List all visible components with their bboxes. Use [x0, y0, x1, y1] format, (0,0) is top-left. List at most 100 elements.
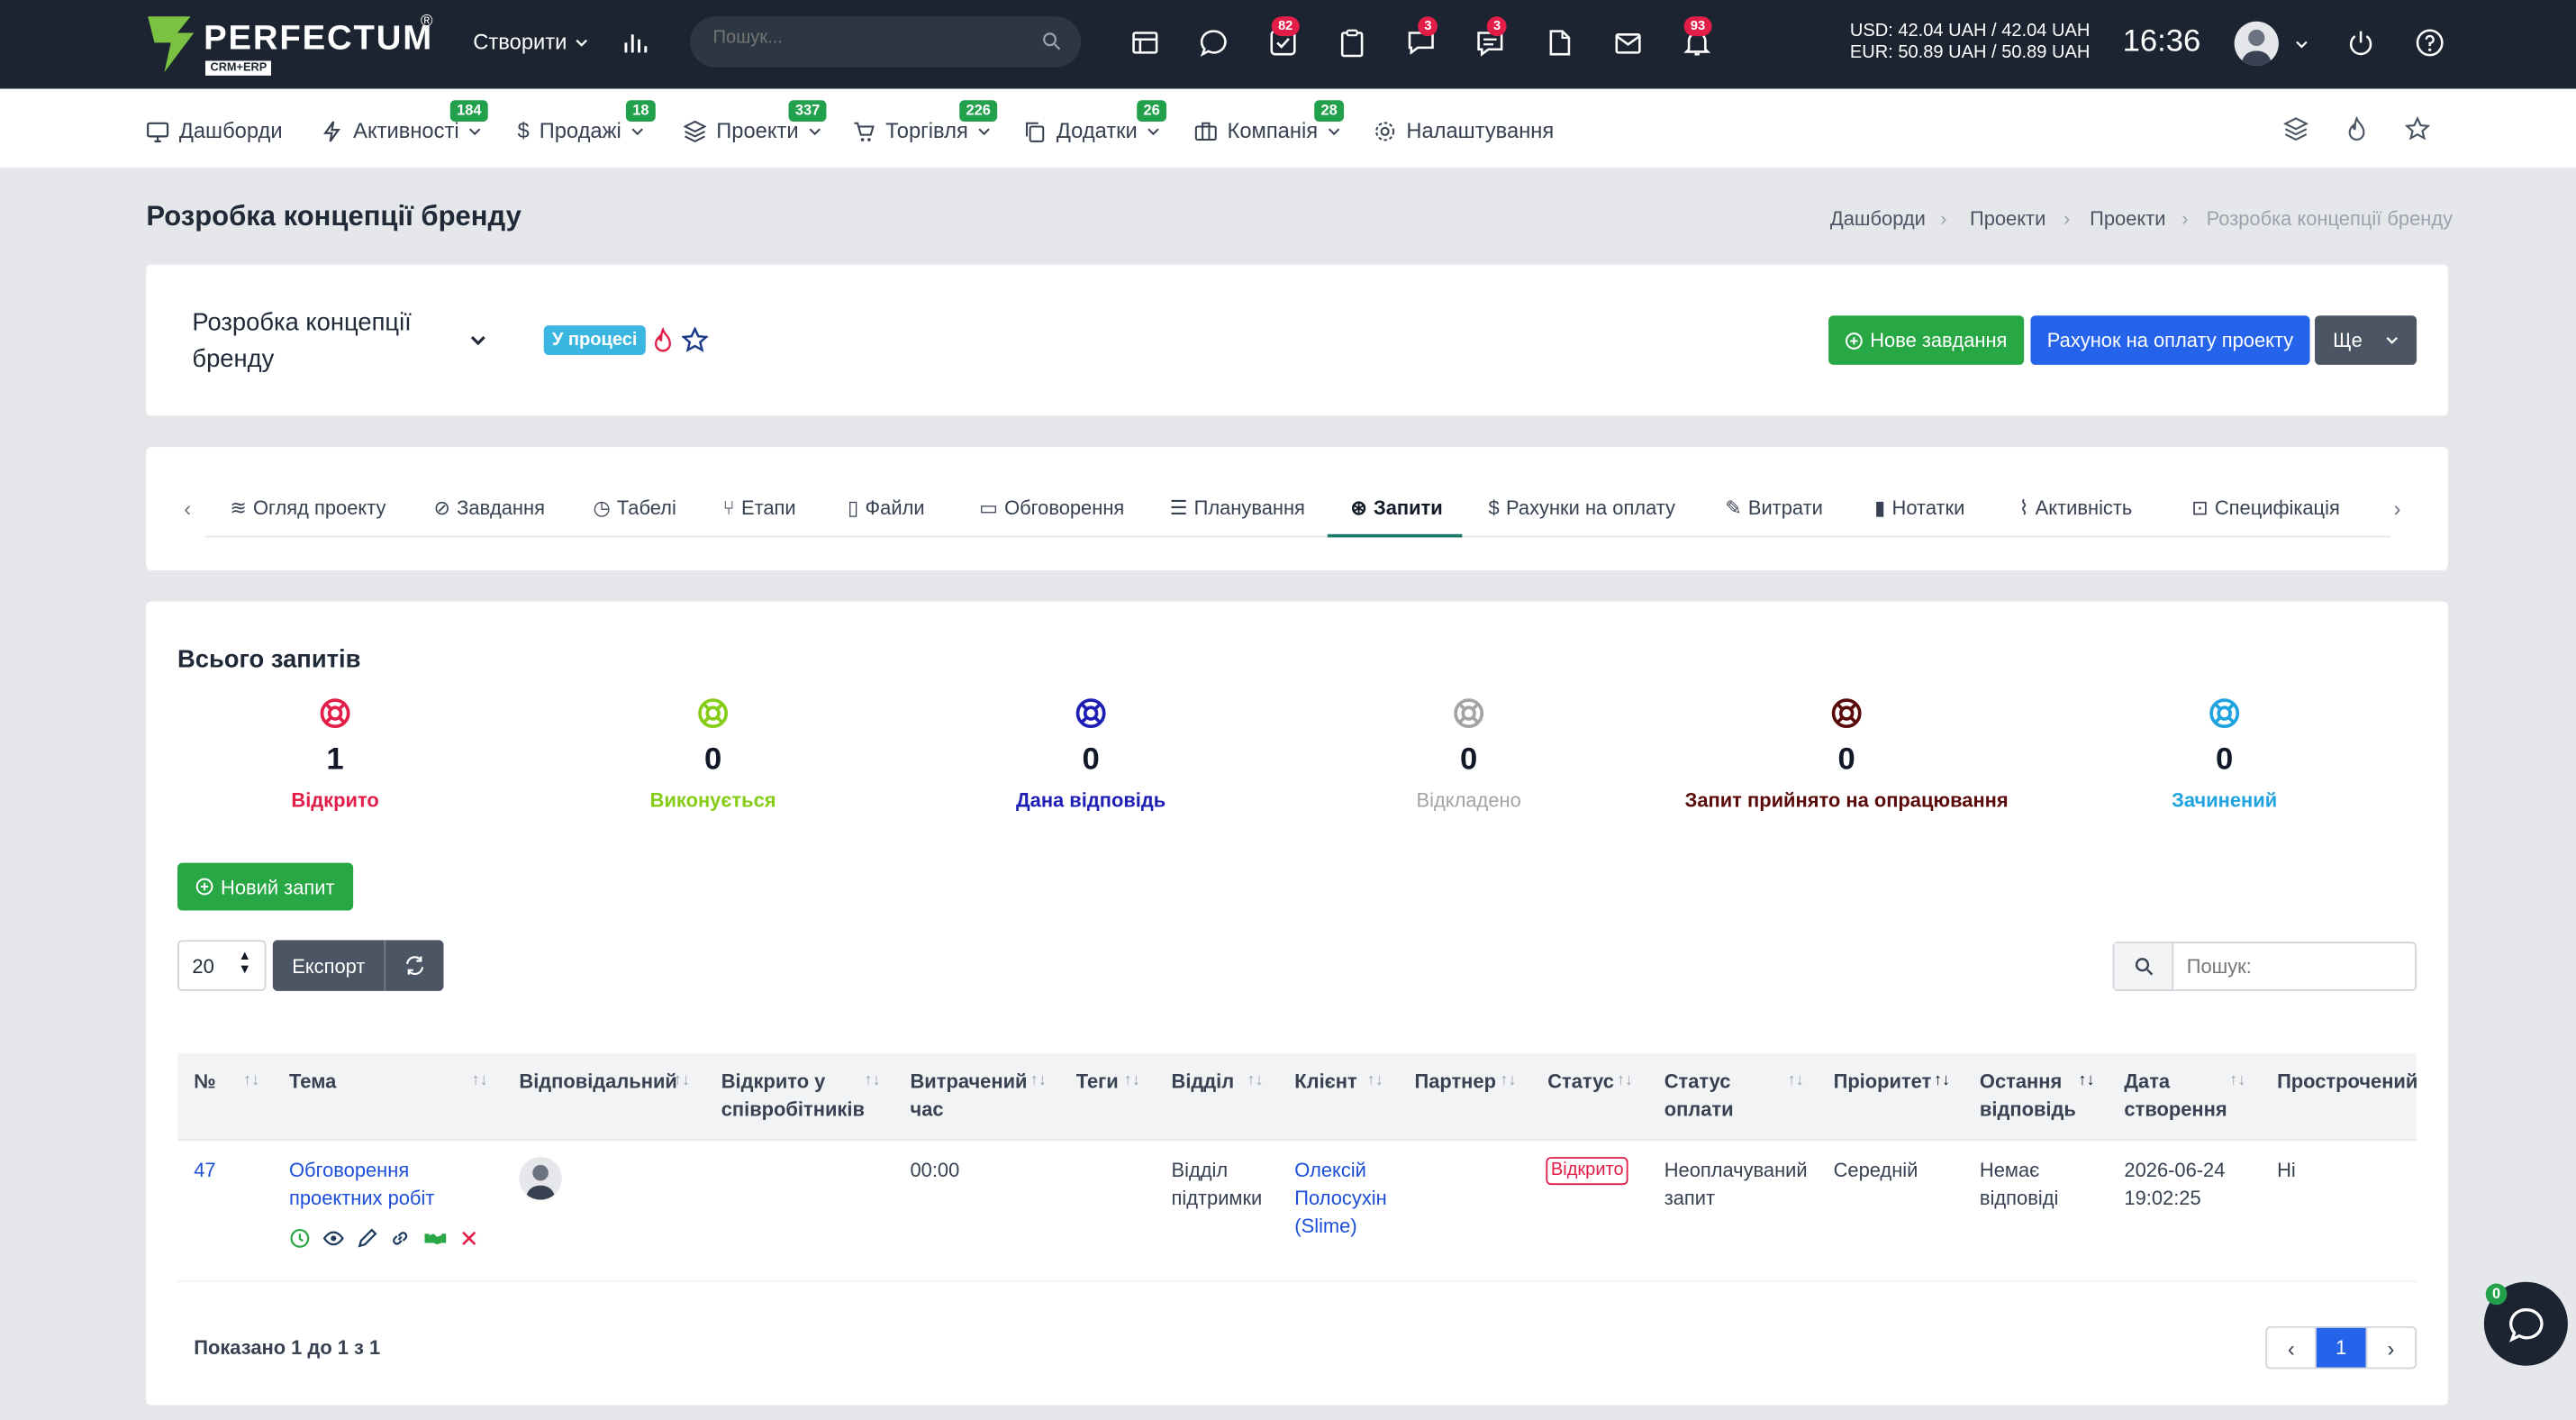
star-icon[interactable] — [2405, 116, 2430, 141]
handshake-icon[interactable] — [422, 1228, 449, 1250]
tab-activity[interactable]: ⌇ Активність — [2019, 496, 2133, 520]
col-priority[interactable]: Пріоритет — [1834, 1069, 1932, 1097]
col-department[interactable]: Відділ — [1172, 1069, 1235, 1097]
tab-tasks[interactable]: ⊘ Завдання — [434, 496, 545, 520]
sort-icon[interactable]: ↑↓ — [1030, 1071, 1047, 1089]
close-icon[interactable] — [460, 1229, 478, 1247]
nav-item-settings[interactable]: Налаштування — [1374, 118, 1554, 143]
prev-page-button[interactable]: ‹ — [2267, 1327, 2317, 1368]
col-tags[interactable]: Теги — [1076, 1069, 1119, 1097]
next-page-button[interactable]: › — [2364, 1327, 2415, 1368]
pencil-icon[interactable] — [357, 1228, 378, 1250]
user-menu-chevron-icon[interactable] — [2295, 38, 2308, 51]
tab-overview[interactable]: ≋ Огляд проекту — [230, 496, 385, 520]
stat-postponed[interactable]: 0 Відкладено — [1304, 696, 1633, 812]
client-link[interactable]: Олексій Полосухін (Slime) — [1294, 1157, 1386, 1241]
sort-icon[interactable]: ↑↓ — [2229, 1071, 2245, 1089]
create-menu[interactable]: Створити — [473, 30, 588, 54]
tab-expenses[interactable]: ✎ Витрати — [1725, 496, 1823, 520]
sort-icon[interactable]: ↑↓ — [1617, 1071, 1633, 1089]
page-1-button[interactable]: 1 — [2317, 1327, 2365, 1368]
tabs-scroll-left-icon[interactable]: ‹ — [184, 496, 191, 521]
breadcrumb-projects[interactable]: Проекти — [1970, 207, 2045, 231]
nav-item-activities[interactable]: Активності — [321, 118, 482, 143]
tab-specification[interactable]: ⊡ Специфікація — [2191, 496, 2340, 520]
col-payment-status[interactable]: Статус оплати — [1664, 1069, 1734, 1124]
sort-icon[interactable]: ↑↓ — [1934, 1071, 1950, 1089]
sort-icon[interactable]: ↑↓ — [864, 1071, 880, 1089]
responsible-avatar[interactable] — [519, 1157, 562, 1200]
help-icon[interactable] — [2415, 28, 2444, 58]
tab-milestones[interactable]: ⑂ Етапи — [723, 496, 796, 520]
col-last-reply[interactable]: Остання відповідь — [1980, 1069, 2076, 1124]
request-number-link[interactable]: 47 — [194, 1157, 215, 1185]
sort-icon[interactable]: ↑↓ — [471, 1071, 487, 1089]
stat-in-progress[interactable]: 0 Виконується — [549, 696, 877, 812]
sort-icon[interactable]: ↑↓ — [1247, 1071, 1263, 1089]
nav-item-projects[interactable]: Проекти — [683, 118, 821, 143]
export-button[interactable]: Експорт — [272, 940, 385, 991]
col-status[interactable]: Статус — [1547, 1069, 1614, 1097]
col-topic[interactable]: Тема — [289, 1069, 336, 1097]
breadcrumb-dashboards[interactable]: Дашборди — [1830, 207, 1926, 231]
user-avatar[interactable] — [2234, 21, 2279, 66]
project-invoice-button[interactable]: Рахунок на оплату проекту — [2030, 315, 2310, 365]
tab-notes[interactable]: ▮ Нотатки — [1874, 496, 1964, 520]
tab-timesheets[interactable]: ◷ Табелі — [593, 496, 676, 520]
col-time-spent[interactable]: Витрачений час — [910, 1069, 1027, 1124]
calendar-icon[interactable] — [1130, 28, 1160, 58]
nav-item-dashboards[interactable]: Дашборди — [146, 118, 283, 143]
col-client[interactable]: Клієнт — [1294, 1069, 1356, 1097]
fire-icon[interactable] — [2345, 116, 2369, 141]
page-size-select[interactable]: 20 ▲ ▼ — [177, 940, 267, 991]
tabs-scroll-right-icon[interactable]: › — [2394, 496, 2401, 521]
project-name[interactable]: Розробка концепції бренду — [192, 305, 411, 378]
tab-requests[interactable]: ⊛ Запити — [1350, 496, 1442, 520]
col-opened-by-staff[interactable]: Відкрито у співробітників — [721, 1069, 865, 1124]
layers-toggle-icon[interactable] — [2283, 117, 2308, 141]
stat-accepted[interactable]: 0 Запит прийнято на опрацювання — [1683, 696, 2011, 812]
clock-icon[interactable] — [289, 1228, 311, 1250]
tab-files[interactable]: ▯ Файли — [848, 496, 924, 520]
col-responsible[interactable]: Відповідальний — [519, 1069, 676, 1097]
request-topic-link[interactable]: Обговорення проектних робіт — [289, 1157, 434, 1213]
tab-planning[interactable]: ☰ Планування — [1170, 496, 1305, 520]
global-search-input[interactable] — [712, 28, 1026, 48]
chat-icon[interactable] — [1200, 28, 1229, 58]
mail-icon[interactable] — [1613, 28, 1643, 58]
sort-icon[interactable]: ↑↓ — [674, 1071, 690, 1089]
col-created[interactable]: Дата створення — [2124, 1069, 2227, 1124]
sort-icon[interactable]: ↑↓ — [1367, 1071, 1383, 1089]
col-num[interactable]: № — [194, 1069, 215, 1097]
tab-invoices[interactable]: $ Рахунки на оплату — [1489, 496, 1675, 520]
refresh-button[interactable] — [384, 940, 444, 991]
breadcrumb-projects-list[interactable]: Проекти — [2090, 207, 2165, 231]
clipboard-icon[interactable] — [1338, 28, 1367, 58]
fire-icon[interactable] — [650, 326, 675, 353]
stat-answered[interactable]: 0 Дана відповідь — [927, 696, 1256, 812]
project-switch-chevron-icon[interactable] — [470, 332, 486, 348]
document-icon[interactable] — [1545, 28, 1574, 58]
col-partner[interactable]: Партнер — [1414, 1069, 1495, 1097]
star-icon[interactable] — [681, 326, 709, 353]
tab-discussions[interactable]: ▭ Обговорення — [979, 496, 1124, 520]
sort-icon[interactable]: ↑↓ — [243, 1071, 259, 1089]
bar-chart-icon[interactable] — [621, 28, 650, 58]
stat-closed[interactable]: 0 Зачинений — [2060, 696, 2389, 812]
col-overdue[interactable]: Прострочений — [2277, 1069, 2417, 1097]
nav-item-company[interactable]: Компанія — [1194, 118, 1341, 143]
sort-icon[interactable]: ↑↓ — [2078, 1071, 2094, 1089]
nav-item-addons[interactable]: Додатки — [1023, 118, 1160, 143]
global-search[interactable] — [690, 16, 1082, 68]
sort-icon[interactable]: ↑↓ — [1788, 1071, 1804, 1089]
eye-icon[interactable] — [322, 1228, 346, 1250]
more-button[interactable]: Ще — [2315, 315, 2417, 365]
new-request-button[interactable]: Новий запит — [177, 862, 354, 911]
stat-open[interactable]: 1 Відкрито — [171, 696, 500, 812]
sort-icon[interactable]: ↑↓ — [1124, 1071, 1140, 1089]
power-icon[interactable] — [2346, 28, 2376, 58]
nav-item-trade[interactable]: Торгівля — [853, 118, 992, 143]
logo[interactable]: PERFECTUM ® CRM+ERP — [145, 14, 440, 76]
nav-item-sales[interactable]: $ Продажі — [518, 118, 645, 143]
new-task-button[interactable]: Нове завдання — [1828, 315, 2025, 365]
